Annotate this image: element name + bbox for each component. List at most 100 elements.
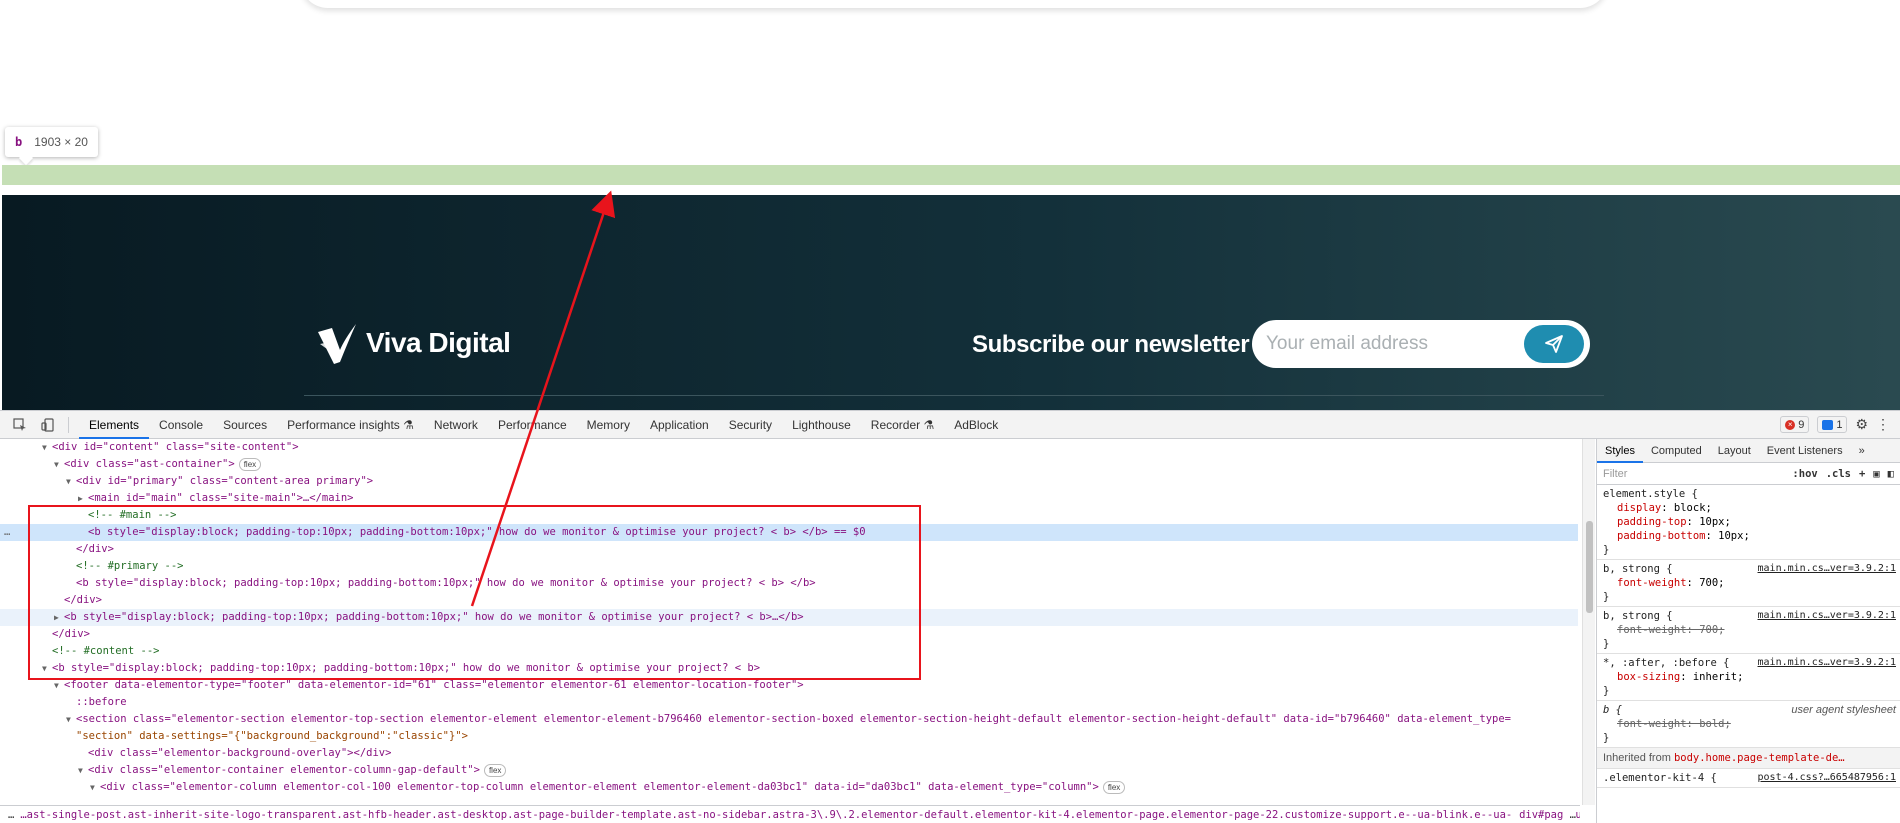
dom-node[interactable]: <div class="elementor-background-overlay… xyxy=(0,745,1578,762)
settings-gear-icon[interactable]: ⚙ xyxy=(1855,416,1868,433)
expand-arrow-icon[interactable]: ▼ xyxy=(66,711,76,728)
class-toggle[interactable]: .cls xyxy=(1826,468,1851,480)
rule-declaration-overridden[interactable]: font-weight: 700; xyxy=(1603,623,1894,637)
collapse-arrow-icon[interactable]: ▶ xyxy=(54,609,64,626)
dom-comment[interactable]: <!-- #primary --> xyxy=(0,558,1578,575)
rule-source-link[interactable]: main.min.cs…ver=3.9.2:1 xyxy=(1758,656,1896,670)
tab-network[interactable]: Network xyxy=(424,411,488,439)
elements-scrollbar[interactable] xyxy=(1582,439,1595,805)
add-rule-icon[interactable]: + xyxy=(1859,468,1865,480)
tab-layout[interactable]: Layout xyxy=(1710,439,1759,463)
dom-comment[interactable]: <!-- #main --> xyxy=(0,507,1578,524)
inspect-element-icon[interactable] xyxy=(12,417,28,433)
tab-lighthouse[interactable]: Lighthouse xyxy=(782,411,861,439)
flask-icon: ⚗ xyxy=(403,417,414,432)
dom-node-hovered[interactable]: ▶ <b style="display:block; padding-top:10… xyxy=(0,609,1578,626)
dom-node-text: <b style="display:block; padding-top:10p… xyxy=(64,611,804,623)
tab-sources[interactable]: Sources xyxy=(213,411,277,439)
dom-node[interactable]: </div> xyxy=(0,626,1578,643)
expand-arrow-icon[interactable]: ▼ xyxy=(54,677,64,694)
rule-declaration[interactable]: padding-bottom: 10px; xyxy=(1603,529,1894,543)
breadcrumb-more[interactable]: … xyxy=(8,809,14,821)
dom-node[interactable]: ▼ <section class="elementor-section eleme… xyxy=(0,711,1578,728)
dom-node[interactable]: ▶ <main id="main" class="site-main">…</ma… xyxy=(0,490,1578,507)
tab-elements[interactable]: Elements xyxy=(79,411,150,439)
dom-node-text: "section" data-settings="{"background_ba… xyxy=(76,730,468,742)
dom-node[interactable]: ▼ <div id="primary" class="content-area p… xyxy=(0,473,1578,490)
dom-node-text: <b style="display:block; padding-top:10p… xyxy=(52,662,761,674)
newsletter-email-input[interactable] xyxy=(1266,329,1516,359)
more-tabs-icon[interactable]: » xyxy=(1851,439,1873,463)
style-rule[interactable]: *, :after, :before { main.min.cs…ver=3.9… xyxy=(1597,654,1900,701)
dom-comment[interactable]: <!-- #content --> xyxy=(0,643,1578,660)
rule-close: } xyxy=(1603,685,1610,697)
more-options-icon[interactable]: ⋮ xyxy=(1876,416,1890,433)
rule-source-link[interactable]: main.min.cs…ver=3.9.2:1 xyxy=(1758,609,1896,623)
flex-badge[interactable]: flex xyxy=(238,457,262,471)
collapse-arrow-icon[interactable]: ▶ xyxy=(78,490,88,507)
rule-declaration[interactable]: display: block; xyxy=(1603,501,1894,515)
style-rule[interactable]: b, strong { main.min.cs…ver=3.9.2:1 font… xyxy=(1597,560,1900,607)
tab-security[interactable]: Security xyxy=(719,411,782,439)
style-rule[interactable]: b, strong { main.min.cs…ver=3.9.2:1 font… xyxy=(1597,607,1900,654)
style-rule[interactable]: .elementor-kit-4 { post-4.css?…665487956… xyxy=(1597,769,1900,788)
sidebar-toggle-icon[interactable]: ◧ xyxy=(1888,468,1894,480)
rule-declaration[interactable]: padding-top: 10px; xyxy=(1603,515,1894,529)
ellipsis-icon[interactable]: … xyxy=(4,524,10,541)
tab-console[interactable]: Console xyxy=(149,411,213,439)
dom-node-text: <main id="main" class="site-main">…</mai… xyxy=(88,492,354,504)
rule-declaration[interactable]: box-sizing: inherit; xyxy=(1603,670,1894,684)
expand-arrow-icon[interactable]: ▼ xyxy=(54,456,64,473)
messages-badge[interactable]: 1 xyxy=(1817,416,1848,433)
dom-node[interactable]: <b style="display:block; padding-top:10p… xyxy=(0,575,1578,592)
breadcrumb-more-icon: … xyxy=(1569,809,1576,821)
dom-node-text: <!-- #content --> xyxy=(52,645,160,657)
rule-source-link[interactable]: post-4.css?…665487956:1 xyxy=(1758,771,1896,785)
tab-application[interactable]: Application xyxy=(640,411,719,439)
dom-node[interactable]: ▼ <b style="display:block; padding-top:10… xyxy=(0,660,1578,677)
dom-node-selected[interactable]: … <b style="display:block; padding-top:1… xyxy=(0,524,1578,541)
expand-arrow-icon[interactable]: ▼ xyxy=(42,660,52,677)
style-rule[interactable]: element.style { display: block; padding-… xyxy=(1597,485,1900,560)
expand-arrow-icon[interactable]: ▼ xyxy=(66,473,76,490)
dom-node[interactable]: ▼ <div id="content" class="site-content"> xyxy=(0,439,1578,456)
newsletter-submit-button[interactable] xyxy=(1524,325,1584,363)
dom-node[interactable]: ▼ <div class="elementor-column elementor-… xyxy=(0,779,1578,796)
breadcrumb-body[interactable]: …ast-single-post.ast-inherit-site-logo-t… xyxy=(20,809,1580,821)
dom-node-text: <b style="display:block; padding-top:10p… xyxy=(88,526,866,538)
tab-event-listeners[interactable]: Event Listeners xyxy=(1759,439,1851,463)
rule-source-link[interactable]: main.min.cs…ver=3.9.2:1 xyxy=(1758,562,1896,576)
flex-badge[interactable]: flex xyxy=(1102,780,1126,794)
dom-node[interactable]: </div> xyxy=(0,541,1578,558)
tab-memory[interactable]: Memory xyxy=(577,411,640,439)
dom-node[interactable]: </div> xyxy=(0,592,1578,609)
tab-styles[interactable]: Styles xyxy=(1597,439,1643,463)
expand-arrow-icon[interactable]: ▼ xyxy=(42,439,52,456)
dom-node-continuation[interactable]: "section" data-settings="{"background_ba… xyxy=(0,728,1578,745)
flex-badge[interactable]: flex xyxy=(483,763,507,777)
expand-arrow-icon[interactable]: ▼ xyxy=(90,779,100,796)
footer-logo[interactable]: Viva Digital xyxy=(314,320,511,366)
expand-arrow-icon[interactable]: ▼ xyxy=(78,762,88,779)
breadcrumb-tail[interactable]: div#pag … xyxy=(1513,806,1576,823)
style-rule[interactable]: b { user agent stylesheet font-weight: b… xyxy=(1597,701,1900,748)
rule-declaration[interactable]: font-weight: 700; xyxy=(1603,576,1894,590)
tab-performance[interactable]: Performance xyxy=(488,411,577,439)
tab-computed[interactable]: Computed xyxy=(1643,439,1710,463)
tab-performance-insights[interactable]: Performance insights ⚗ xyxy=(277,411,424,439)
hover-state-toggle[interactable]: :hov xyxy=(1792,468,1817,480)
errors-badge[interactable]: × 9 xyxy=(1780,416,1810,433)
paint-icon[interactable]: ▣ xyxy=(1873,468,1879,480)
error-icon: × xyxy=(1785,419,1796,430)
tooltip-tag: b xyxy=(15,135,23,149)
styles-filter-input[interactable]: Filter xyxy=(1603,468,1784,480)
inherited-selector[interactable]: body.home.page-template-de… xyxy=(1674,752,1845,764)
tab-recorder[interactable]: Recorder ⚗ xyxy=(861,411,944,439)
scrollbar-thumb[interactable] xyxy=(1586,521,1593,613)
dom-node[interactable]: ▼ <footer data-elementor-type="footer" da… xyxy=(0,677,1578,694)
dom-node[interactable]: ▼ <div class="ast-container"> flex xyxy=(0,456,1578,473)
device-toolbar-icon[interactable] xyxy=(40,417,56,433)
tab-adblock[interactable]: AdBlock xyxy=(944,411,1008,439)
dom-pseudo-element[interactable]: ::before xyxy=(0,694,1578,711)
dom-node[interactable]: ▼ <div class="elementor-container element… xyxy=(0,762,1578,779)
